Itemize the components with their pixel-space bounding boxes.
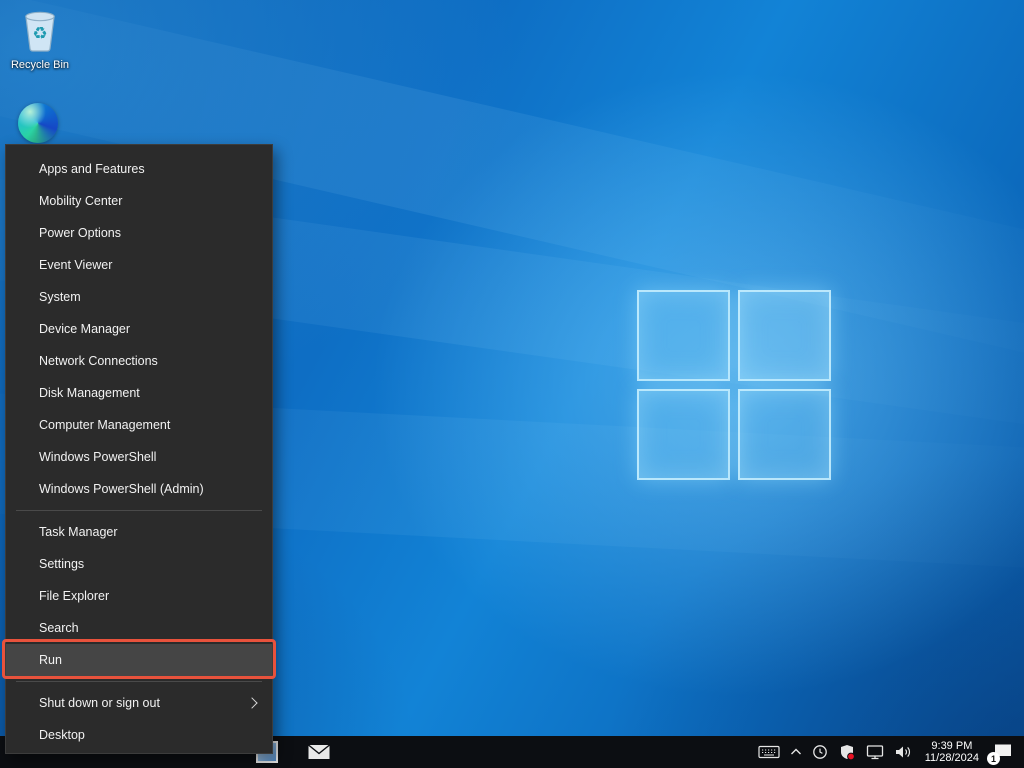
menu-item-shut-down-or-sign-out[interactable]: Shut down or sign out: [6, 687, 272, 719]
menu-item-windows-powershell[interactable]: Windows PowerShell: [6, 441, 272, 473]
menu-item-mobility-center[interactable]: Mobility Center: [6, 185, 272, 217]
volume-icon[interactable]: [894, 744, 912, 760]
menu-item-windows-powershell-admin[interactable]: Windows PowerShell (Admin): [6, 473, 272, 505]
recycle-bin-icon[interactable]: ♻ Recycle Bin: [4, 8, 76, 71]
menu-item-label: Apps and Features: [39, 162, 145, 176]
svg-text:♻: ♻: [32, 24, 47, 44]
submenu-chevron-icon: [246, 697, 257, 708]
windows-logo-pane: [637, 290, 730, 381]
menu-item-settings[interactable]: Settings: [6, 548, 272, 580]
menu-item-power-options[interactable]: Power Options: [6, 217, 272, 249]
menu-item-label: Mobility Center: [39, 194, 122, 208]
menu-item-device-manager[interactable]: Device Manager: [6, 313, 272, 345]
menu-item-label: Power Options: [39, 226, 121, 240]
taskbar-mail-icon[interactable]: [306, 739, 332, 765]
action-center-icon[interactable]: 1: [992, 742, 1014, 762]
windows-logo-pane: [738, 290, 831, 381]
winx-menu: Apps and Features Mobility Center Power …: [5, 144, 273, 754]
menu-item-label: Disk Management: [39, 386, 140, 400]
menu-item-label: Shut down or sign out: [39, 696, 160, 710]
menu-item-search[interactable]: Search: [6, 612, 272, 644]
menu-item-label: Run: [39, 653, 62, 667]
menu-item-desktop[interactable]: Desktop: [6, 719, 272, 751]
show-hidden-icons-chevron[interactable]: [790, 748, 802, 756]
clock-date: 11/28/2024: [925, 752, 979, 764]
menu-item-disk-management[interactable]: Disk Management: [6, 377, 272, 409]
system-tray: 9:39 PM 11/28/2024 1: [758, 736, 1024, 768]
menu-item-label: Network Connections: [39, 354, 158, 368]
windows-logo: [637, 290, 831, 480]
menu-item-label: Computer Management: [39, 418, 170, 432]
menu-item-apps-and-features[interactable]: Apps and Features: [6, 153, 272, 185]
menu-separator: [16, 681, 262, 682]
menu-item-label: Device Manager: [39, 322, 130, 336]
windows-logo-pane: [738, 389, 831, 480]
clock-time: 9:39 PM: [925, 740, 979, 752]
menu-item-event-viewer[interactable]: Event Viewer: [6, 249, 272, 281]
recycle-bin-label: Recycle Bin: [4, 59, 76, 71]
menu-item-label: Event Viewer: [39, 258, 112, 272]
security-alert-icon[interactable]: [838, 744, 856, 761]
ethernet-network-icon[interactable]: [866, 744, 884, 760]
menu-item-computer-management[interactable]: Computer Management: [6, 409, 272, 441]
menu-item-label: System: [39, 290, 81, 304]
touch-keyboard-icon[interactable]: [758, 744, 780, 760]
menu-item-system[interactable]: System: [6, 281, 272, 313]
menu-item-label: Windows PowerShell: [39, 450, 156, 464]
menu-item-task-manager[interactable]: Task Manager: [6, 516, 272, 548]
menu-item-label: Search: [39, 621, 79, 635]
menu-separator: [16, 510, 262, 511]
taskbar-clock[interactable]: 9:39 PM 11/28/2024: [922, 740, 982, 764]
menu-item-file-explorer[interactable]: File Explorer: [6, 580, 272, 612]
clock-tray-icon[interactable]: [812, 744, 828, 760]
menu-item-label: File Explorer: [39, 589, 109, 603]
windows-logo-pane: [637, 389, 730, 480]
menu-item-run[interactable]: Run: [6, 644, 272, 676]
menu-item-label: Desktop: [39, 728, 85, 742]
menu-item-label: Task Manager: [39, 525, 118, 539]
mail-envelope-icon: [307, 742, 331, 762]
menu-item-network-connections[interactable]: Network Connections: [6, 345, 272, 377]
microsoft-edge-icon[interactable]: [18, 103, 58, 143]
menu-item-label: Windows PowerShell (Admin): [39, 482, 204, 496]
menu-item-label: Settings: [39, 557, 84, 571]
recycle-bin-glyph: ♻: [20, 8, 60, 52]
notification-badge: 1: [987, 752, 1000, 765]
